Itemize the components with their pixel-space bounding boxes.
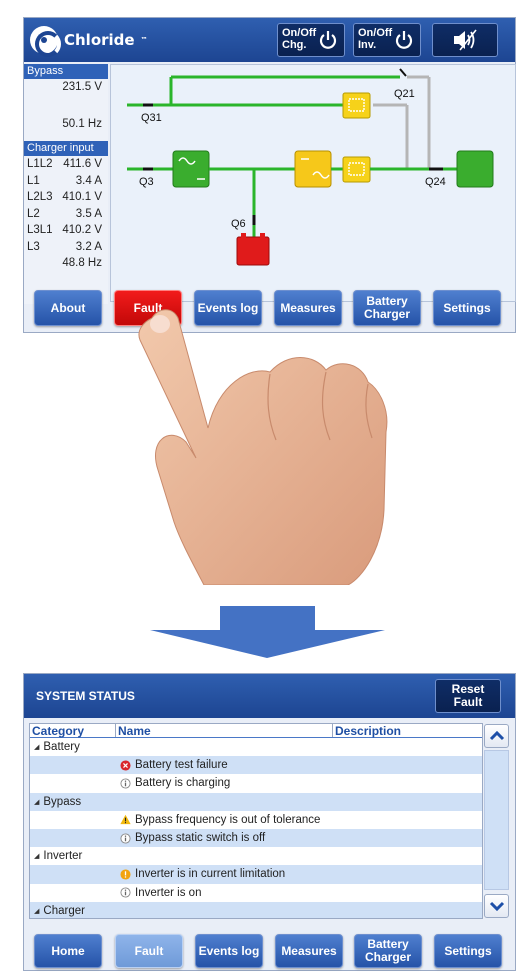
table-row[interactable]: ◢ Charger — [30, 901, 482, 918]
collapse-triangle-icon[interactable]: ◢ — [34, 907, 39, 915]
about-button[interactable]: About — [34, 290, 102, 326]
column-description[interactable]: Description — [332, 724, 482, 738]
single-line-diagram: Q21 Q31 Q3 Q24 Q6 — [110, 64, 516, 302]
table-row[interactable]: ◢ Bypass — [30, 792, 482, 811]
chevron-down-icon — [489, 901, 504, 911]
brand-trademark: ™ — [140, 36, 148, 44]
bypass-frequency: 50.1 Hz — [62, 118, 102, 130]
row-name: Battery test failure — [135, 759, 228, 772]
q3-label: Q3 — [139, 176, 154, 188]
table-row[interactable]: Bypass frequency is out of tolerance — [30, 811, 482, 829]
category-inverter: Inverter — [43, 850, 83, 863]
alert-icon — [120, 869, 131, 880]
error-icon — [120, 760, 131, 771]
table-row[interactable]: ◢ Battery — [30, 738, 482, 756]
bypass-voltage: 231.5 V — [62, 81, 102, 93]
row-name: Inverter is in current limitation — [135, 868, 286, 881]
reset-fault-button[interactable]: Reset Fault — [435, 679, 501, 713]
system-status-header: SYSTEM STATUS Reset Fault — [24, 674, 515, 718]
bypass-header: Bypass — [24, 64, 108, 79]
charger-row-l1: L1 3.4 A — [27, 174, 102, 187]
table-row[interactable]: Battery is charging — [30, 774, 482, 792]
info-icon — [120, 887, 131, 898]
charger-row-l3l1: L3L1 410.2 V — [27, 224, 102, 236]
speaker-mute-icon — [454, 29, 477, 51]
bottom-nav: Home Fault Events log Measures Battery C… — [24, 934, 515, 970]
ups-overview-screen: Chloride ™ On/Off Chg. On/Off Inv. Bypass… — [23, 17, 516, 333]
charger-row-l2: L2 3.5 A — [27, 207, 102, 220]
onoff-inverter-label-1: On/Off — [358, 27, 393, 39]
category-battery: Battery — [43, 741, 80, 754]
top-bar: Chloride ™ On/Off Chg. On/Off Inv. — [24, 18, 515, 62]
table-row[interactable]: Bypass static switch is off — [30, 828, 482, 848]
events-log-button[interactable]: Events log — [195, 934, 263, 968]
q24-label: Q24 — [425, 176, 446, 188]
collapse-triangle-icon[interactable]: ◢ — [34, 743, 39, 751]
row-name: Bypass frequency is out of tolerance — [135, 813, 321, 826]
chloride-logo: Chloride ™ — [30, 26, 148, 57]
measures-button[interactable]: Measures — [275, 934, 343, 968]
onoff-charger-label-1: On/Off — [282, 27, 317, 39]
power-flow-diagram: Q21 Q31 Q3 Q24 Q6 — [127, 68, 494, 266]
charger-row-l2l3: L2L3 410.1 V — [27, 191, 102, 203]
onoff-inverter-button[interactable]: On/Off Inv. — [353, 23, 421, 57]
q31-label: Q31 — [141, 112, 162, 124]
chevron-up-icon — [489, 731, 504, 741]
battery-charger-button[interactable]: Battery Charger — [354, 934, 422, 968]
table-row[interactable]: Battery test failure — [30, 756, 482, 775]
row-name: Inverter is on — [135, 886, 202, 899]
pointing-hand-icon — [138, 309, 388, 585]
settings-button[interactable]: Settings — [434, 934, 502, 968]
table-row[interactable]: Inverter is on — [30, 884, 482, 902]
system-status-screen: SYSTEM STATUS Reset Fault Category Name … — [23, 673, 516, 971]
mute-buzzer-button[interactable] — [432, 23, 498, 57]
scroll-up-button[interactable] — [484, 724, 509, 748]
onoff-charger-label-2: Chg. — [282, 39, 307, 51]
scroll-down-button[interactable] — [484, 894, 509, 918]
fault-button[interactable]: Fault — [115, 934, 183, 968]
q6-label: Q6 — [231, 218, 246, 230]
table-row[interactable]: ◢ Inverter — [30, 847, 482, 865]
charger-input-header: Charger input — [24, 141, 108, 156]
collapse-triangle-icon[interactable]: ◢ — [34, 852, 39, 860]
onoff-charger-button[interactable]: On/Off Chg. — [277, 23, 345, 57]
column-category[interactable]: Category — [30, 724, 115, 738]
category-charger: Charger — [43, 904, 85, 917]
category-bypass: Bypass — [43, 795, 82, 808]
q21-label: Q21 — [394, 88, 415, 100]
column-name[interactable]: Name — [115, 724, 332, 738]
status-table: Category Name Description ◢ Battery Batte… — [29, 723, 483, 919]
onoff-inverter-label-2: Inv. — [358, 39, 377, 51]
arrow-down-icon — [150, 606, 385, 658]
charger-frequency: 48.8 Hz — [62, 257, 102, 269]
measurements-panel: Bypass 231.5 V 50.1 Hz Charger input L1L… — [24, 64, 108, 304]
brand-name: Chloride — [64, 31, 135, 49]
charger-row-l3: L3 3.2 A — [27, 240, 102, 253]
power-icon — [319, 31, 337, 49]
reset-fault-label-2: Fault — [453, 695, 483, 709]
home-button[interactable]: Home — [34, 934, 102, 968]
chloride-logo-icon — [30, 26, 61, 57]
warning-icon — [120, 815, 131, 825]
info-icon — [120, 778, 131, 789]
collapse-triangle-icon[interactable]: ◢ — [34, 798, 39, 806]
table-scrollbar[interactable] — [483, 723, 510, 919]
table-header: Category Name Description — [30, 724, 482, 738]
page-title: SYSTEM STATUS — [36, 689, 135, 703]
scroll-thumb[interactable] — [484, 750, 509, 890]
charger-row-l1l2: L1L2 411.6 V — [27, 158, 102, 170]
settings-button[interactable]: Settings — [433, 290, 501, 326]
row-name: Battery is charging — [135, 777, 231, 790]
power-icon — [395, 31, 413, 49]
row-name: Bypass static switch is off — [135, 832, 266, 845]
info-icon — [120, 832, 131, 844]
table-row[interactable]: Inverter is in current limitation — [30, 865, 482, 884]
